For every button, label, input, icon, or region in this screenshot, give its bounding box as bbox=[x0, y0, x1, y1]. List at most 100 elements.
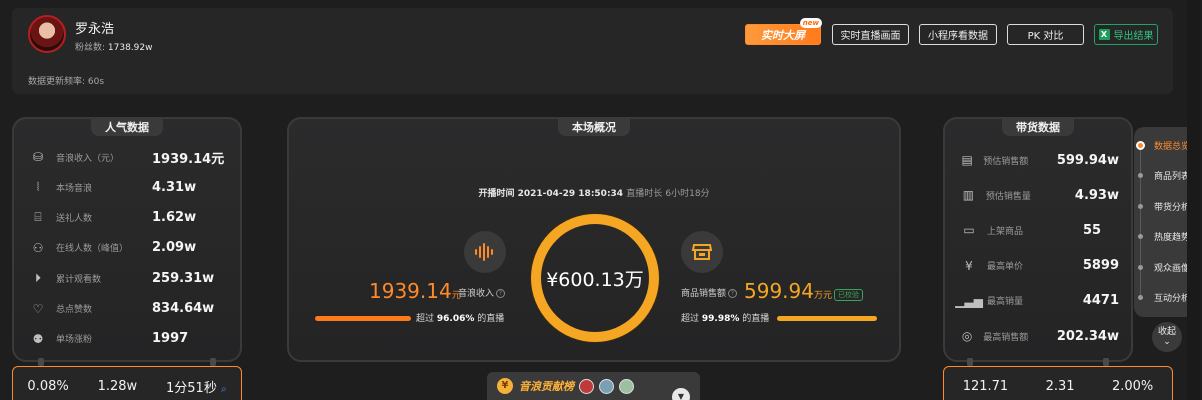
nav-dot bbox=[1138, 264, 1143, 270]
stat-row: ⚇ 在线人数（峰值） 2.09w bbox=[30, 238, 228, 258]
scrollbar[interactable] bbox=[1187, 0, 1200, 400]
nav-item-label: 带货分析 bbox=[1154, 202, 1191, 213]
avatar[interactable] bbox=[619, 378, 634, 394]
panel-notch bbox=[967, 358, 973, 366]
nav-dot bbox=[1138, 295, 1143, 300]
popularity-title: 人气数据 bbox=[91, 117, 163, 136]
rank-title: 音浪贡献榜 bbox=[519, 380, 574, 393]
nav-item-label: 互动分析 bbox=[1154, 294, 1191, 304]
stat-label: 最高销量 bbox=[987, 297, 1024, 308]
stat-row: ⛁ 音浪收入（元） 1939.14元 bbox=[30, 147, 228, 167]
streamer-name: 罗永浩 bbox=[75, 22, 115, 37]
nav-item-label: 观众画像 bbox=[1154, 263, 1191, 274]
stat-row: ▥ 预估销售量 4.93w bbox=[961, 185, 1119, 205]
chevron-down-icon: ⌄ bbox=[1163, 337, 1171, 347]
money-icon: ◎ bbox=[961, 329, 973, 343]
nav-dot bbox=[1136, 140, 1145, 150]
stat-value: 2.00% bbox=[1111, 378, 1154, 394]
stat-label: 送礼人数 bbox=[56, 214, 93, 225]
volume-icon: ▁▃▅ bbox=[955, 293, 983, 308]
popularity-panel: 人气数据 ⛁ 音浪收入（元） 1939.14元 ⦚ 本场音浪 4.31w ⌸ 送礼人数 1.62… bbox=[12, 117, 242, 366]
refresh-frequency: 数据更新频率: 60s bbox=[28, 77, 105, 87]
stat-row: ▤ 预估销售额 599.94w bbox=[961, 150, 1119, 170]
mini-program-button[interactable]: 小程序看数据 bbox=[919, 24, 997, 45]
stat-label: 累计观看数 bbox=[56, 274, 102, 285]
collapse-button[interactable]: 收起 ⌄ bbox=[1152, 322, 1182, 352]
stat-value: 0.08% bbox=[27, 378, 69, 394]
stat-label: 单场涨粉 bbox=[56, 335, 93, 346]
stat-row: ⚉ 单场涨粉 1997 bbox=[30, 329, 228, 349]
sales-amount-value: 599.94万元 已校验 bbox=[744, 279, 863, 303]
stat-label: 预估销售量 bbox=[985, 191, 1031, 202]
nav-item-label: 数据总览 bbox=[1154, 141, 1191, 152]
streamer-header: 罗永浩 粉丝数: 1738.92w 数据更新频率: 60s 实时大屏 new 实… bbox=[12, 8, 1173, 94]
nav-dot bbox=[1138, 173, 1143, 178]
stat-value: 2.31 bbox=[1045, 378, 1075, 394]
coin-income-label: 音浪收入? bbox=[458, 286, 506, 299]
stat-label: 最高单价 bbox=[986, 262, 1023, 273]
stat-value: 121.71 bbox=[962, 378, 1009, 394]
gift-icon: ⌸ bbox=[34, 210, 42, 225]
bottom-stats-right: 121.71 2.31 2.00% bbox=[943, 366, 1173, 400]
rank-coin-icon: ¥ bbox=[497, 378, 513, 394]
follower-icon: ⚉ bbox=[32, 331, 44, 346]
stat-row: ▁▃▅ 最高销量 4471 bbox=[955, 291, 1119, 311]
play-icon: ⏵ bbox=[34, 270, 41, 285]
stat-row: ▭ 上架商品 55 bbox=[961, 220, 1119, 240]
live-start-time: 开播时间 2021-04-29 18:50:34 直播时长 6小时18分 bbox=[478, 189, 710, 199]
sales-beat: 超过 99.98% 的直播 bbox=[681, 314, 770, 324]
bar-chart-icon: ▥ bbox=[962, 188, 975, 203]
panel-notch bbox=[1103, 358, 1109, 366]
coins-icon: ⛁ bbox=[32, 150, 44, 164]
stat-value: 259.31w bbox=[152, 270, 215, 286]
pk-compare-button[interactable]: PK 对比 bbox=[1007, 24, 1084, 45]
chevron-down-icon[interactable]: ▼ bbox=[672, 388, 690, 400]
search-icon[interactable]: ⌕ bbox=[221, 384, 227, 395]
heart-icon: ♡ bbox=[32, 301, 44, 316]
stat-row: ♡ 总点赞数 834.64w bbox=[30, 299, 228, 319]
sales-progress bbox=[777, 316, 877, 321]
stat-value: 2.09w bbox=[152, 240, 197, 256]
big-screen-button[interactable]: 实时大屏 new bbox=[745, 18, 822, 45]
nav-item-label: 热度趋势 bbox=[1154, 233, 1191, 243]
stat-value: 1.28w bbox=[97, 378, 138, 394]
live-view-button[interactable]: 实时直播画面 bbox=[832, 24, 909, 45]
stat-value: 4471 bbox=[1082, 293, 1119, 309]
fans-count: 粉丝数: 1738.92w bbox=[75, 43, 153, 53]
excel-icon: X bbox=[1098, 29, 1110, 40]
stat-row: ⏵ 累计观看数 259.31w bbox=[30, 268, 228, 288]
bottom-stats-left: 0.08% 1.28w 1分51秒 ⌕ bbox=[12, 366, 242, 400]
stat-value: 1997 bbox=[152, 331, 189, 347]
stat-row: ¥ 最高单价 5899 bbox=[961, 256, 1119, 276]
stat-row: ⌸ 送礼人数 1.62w bbox=[30, 208, 228, 228]
coin-income-value: 1939.14元 bbox=[369, 279, 461, 303]
coin-rank-tab[interactable]: ¥ 音浪贡献榜 ▼ bbox=[487, 372, 700, 400]
stat-value: 55 bbox=[1083, 222, 1102, 238]
nav-dot bbox=[1138, 234, 1143, 239]
stat-value: 1.62w bbox=[152, 210, 197, 226]
sales-amount-label: 商品销售额? bbox=[681, 286, 738, 299]
stat-label: 音浪收入（元） bbox=[56, 153, 120, 164]
avatar[interactable] bbox=[579, 378, 594, 394]
shop-icon: ▭ bbox=[963, 223, 975, 238]
coin-income-progress bbox=[315, 316, 411, 321]
wave-icon: ⦚ bbox=[36, 179, 40, 194]
stat-value: 599.94w bbox=[1056, 152, 1119, 168]
panel-notch bbox=[210, 358, 216, 366]
stat-label: 总点赞数 bbox=[56, 305, 93, 315]
coin-income-beat: 超过 96.06% 的直播 bbox=[416, 314, 505, 324]
sales-panel: 带货数据 ▤ 预估销售额 599.94w ▥ 预估销售量 4.93w ▭ 上架商品 55 ¥ 最高单… bbox=[943, 117, 1133, 366]
nav-dot bbox=[1138, 203, 1143, 209]
shop-icon bbox=[681, 231, 723, 273]
overview-panel: 本场概况 开播时间 2021-04-29 18:50:34 直播时长 6小时18… bbox=[287, 117, 901, 362]
total-sales-value: ¥600.13万 bbox=[546, 268, 644, 291]
export-button[interactable]: X 导出结果 bbox=[1094, 24, 1158, 45]
stat-value: 5899 bbox=[1082, 258, 1119, 274]
stat-value: 202.34w bbox=[1056, 328, 1119, 344]
stat-label: 预估销售额 bbox=[983, 156, 1029, 167]
stat-row: ◎ 最高销售额 202.34w bbox=[961, 326, 1119, 346]
stat-label: 本场音浪 bbox=[56, 183, 93, 194]
user-icon: ⚇ bbox=[32, 240, 44, 255]
avatar[interactable] bbox=[599, 378, 614, 394]
avatar[interactable] bbox=[28, 15, 66, 53]
